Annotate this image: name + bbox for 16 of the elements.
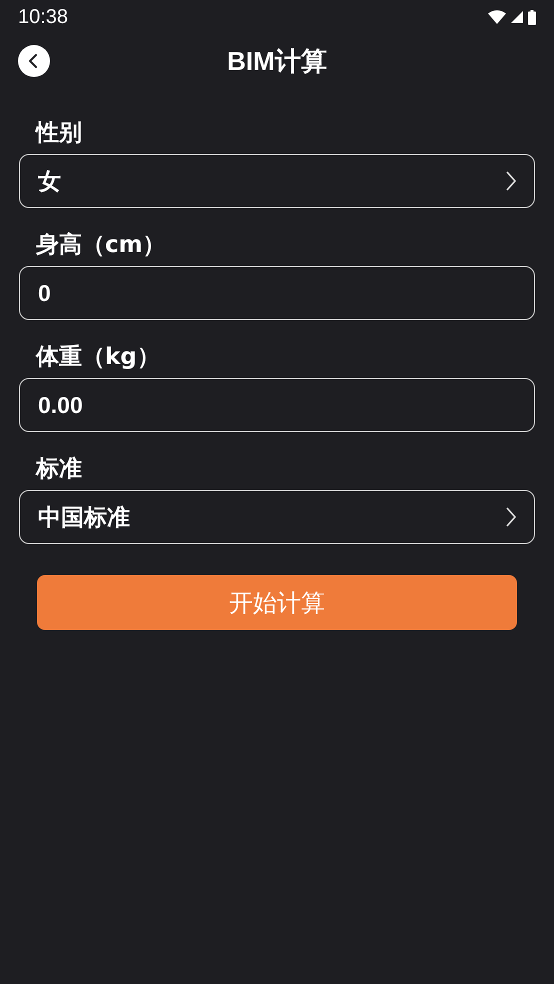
input-field[interactable]: 0.00 [19,378,535,432]
field-label: 标准 [34,455,82,484]
input-field[interactable]: 0 [19,266,535,320]
field-label: 体重（kg） [34,343,160,372]
select-field[interactable]: 女 [19,154,535,208]
signal-icon [511,11,523,23]
field-label: 身高（cm） [35,231,166,260]
field-label: 性别 [34,119,82,148]
select-field[interactable]: 中国标准 [19,490,535,544]
page-title: BIM计算 [227,44,327,78]
chevron-right-icon [506,171,516,191]
battery-icon [528,10,536,24]
back-button[interactable] [18,45,50,77]
status-time: 10:38 [18,6,68,28]
wifi-icon [488,10,506,24]
chevron-right-icon [506,507,516,527]
